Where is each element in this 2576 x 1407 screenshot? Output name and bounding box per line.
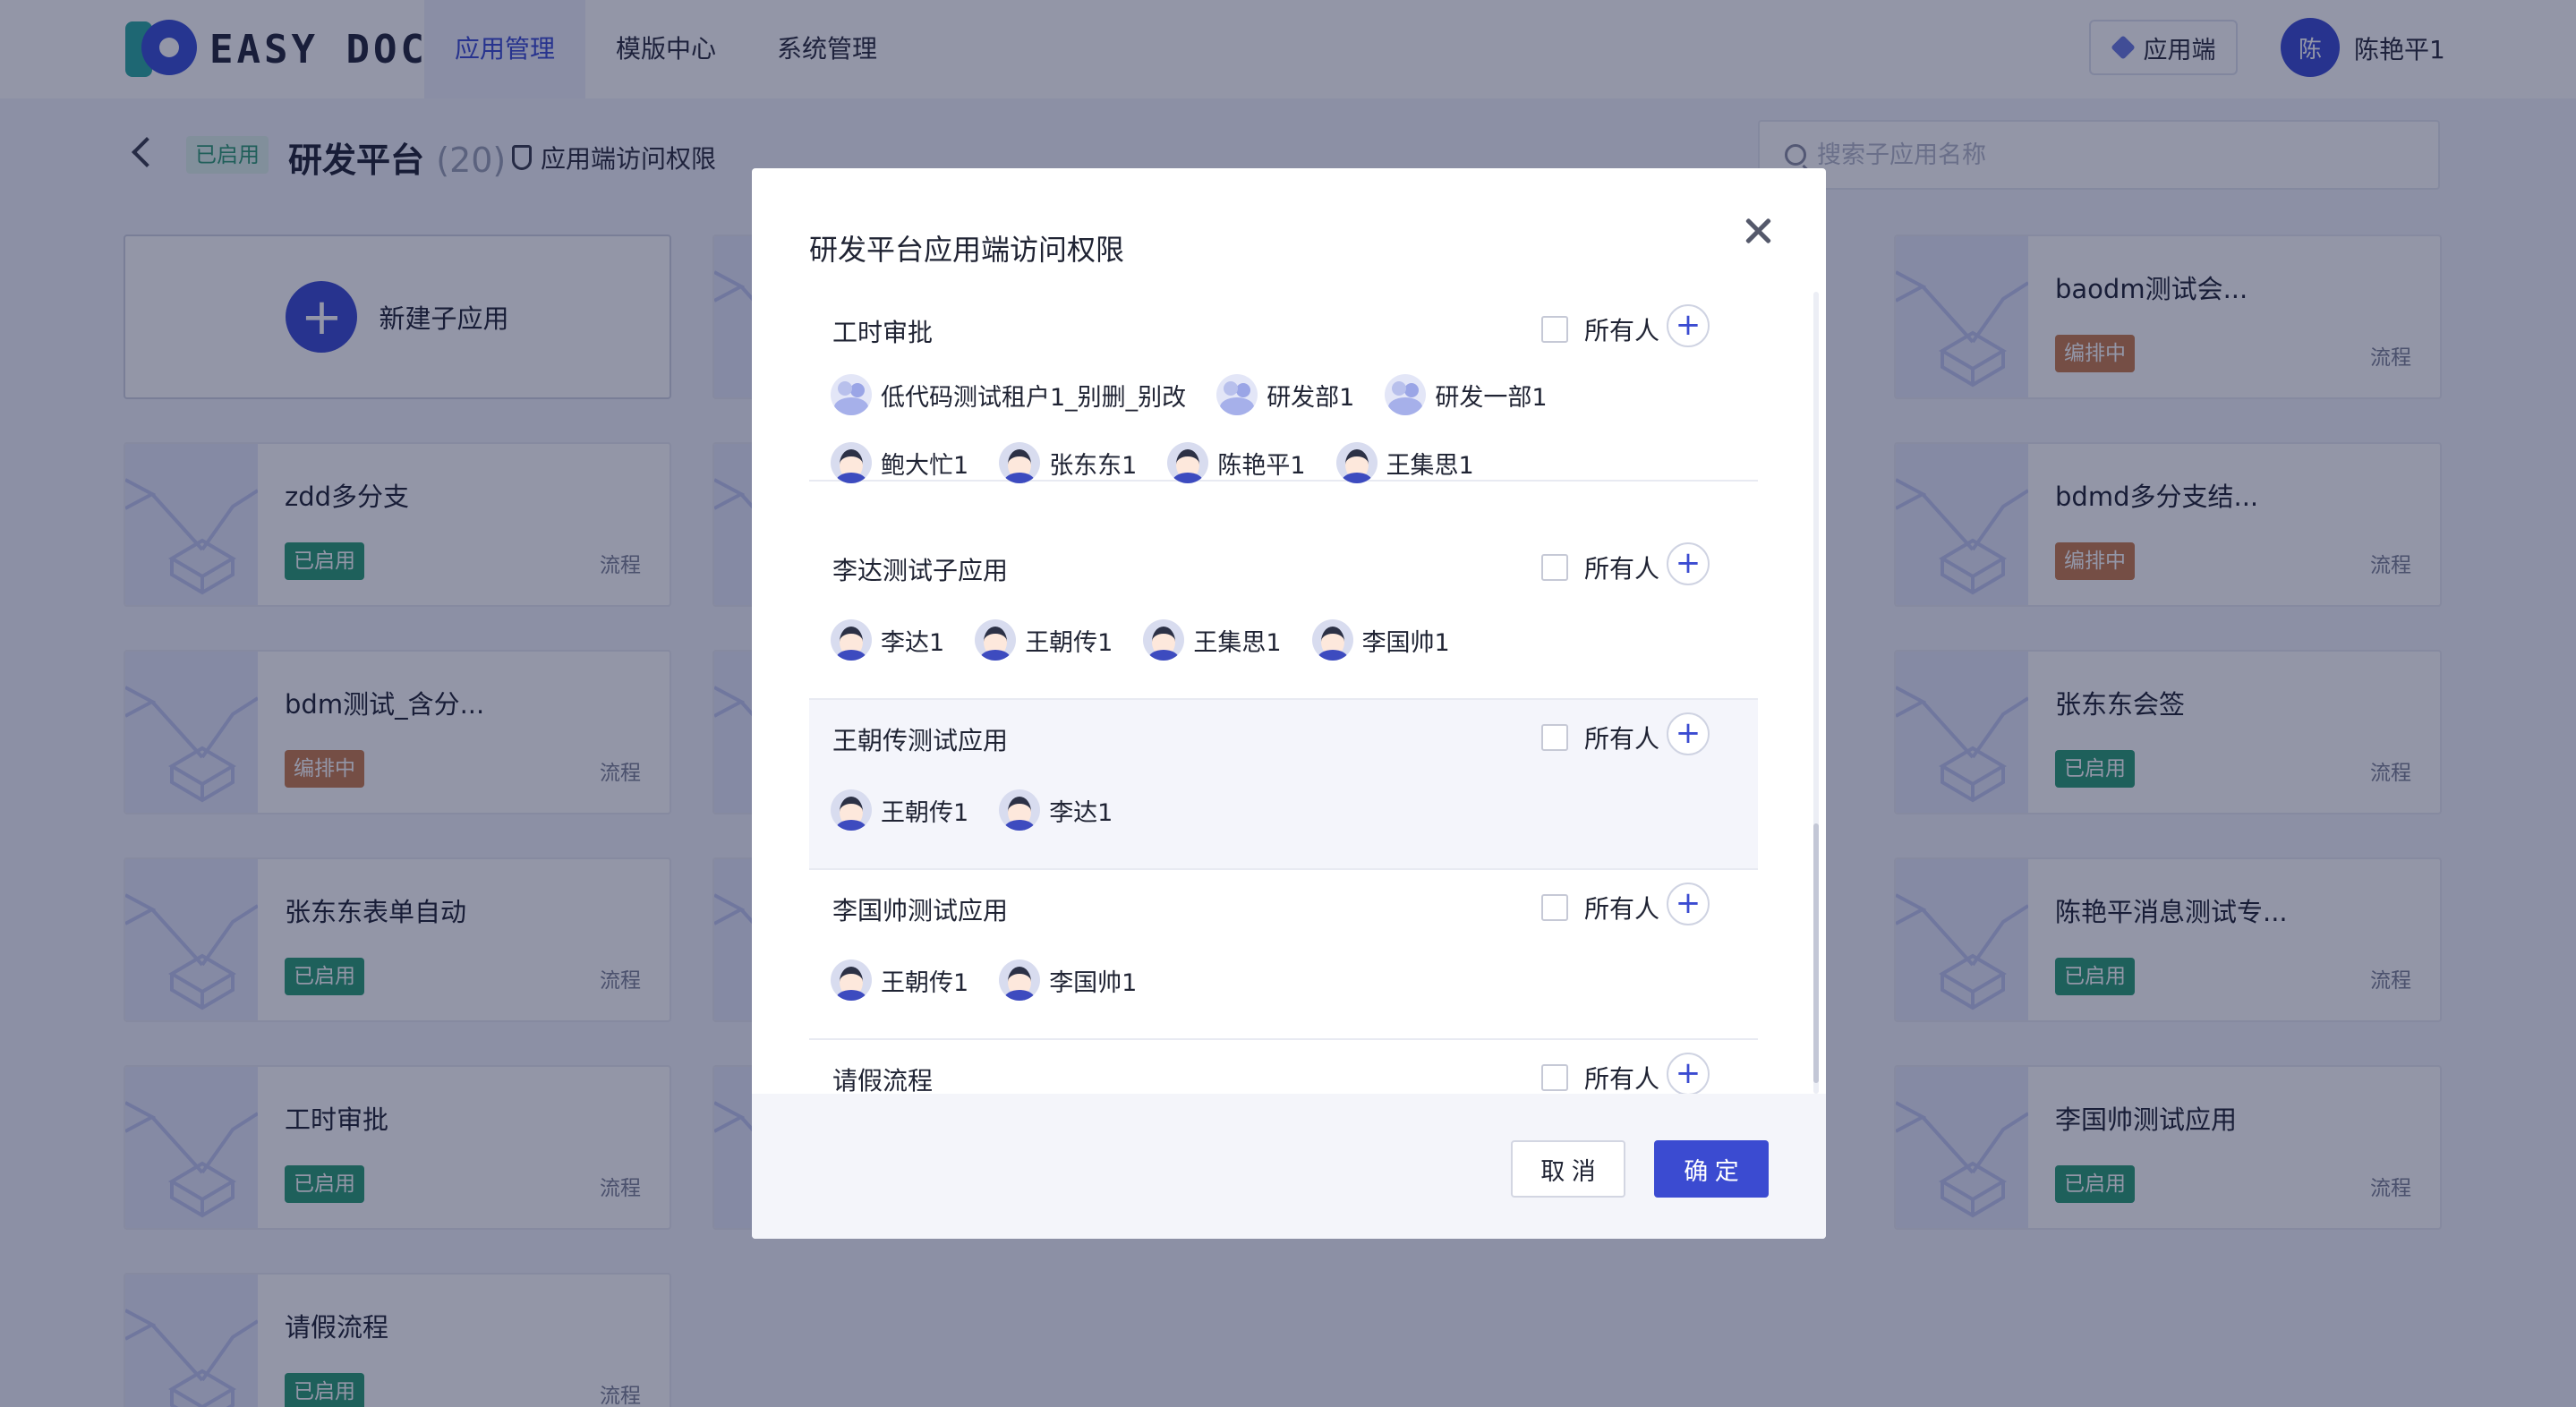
modal-footer: 取 消 确 定 <box>752 1094 1826 1239</box>
member-name: 王朝传1 <box>881 798 969 827</box>
member-name: 王集思1 <box>1386 451 1474 480</box>
member-name: 陈艳平1 <box>1217 451 1306 480</box>
checkbox-icon <box>1541 724 1568 751</box>
permission-item: 李国帅测试应用 所有人 + 王朝传1 李国帅1 <box>809 870 1758 1040</box>
everyone-label: 所有人 <box>1584 724 1660 754</box>
everyone-label: 所有人 <box>1584 1064 1660 1094</box>
member-name: 王朝传1 <box>881 968 969 997</box>
permission-app-name: 李达测试子应用 <box>832 556 1009 585</box>
member-chip-row: 鲍大忙1 张东东1 陈艳平1 王集思1 <box>831 442 1505 483</box>
member-chip: 李国帅1 <box>999 959 1137 1001</box>
member-chip-row: 李达1 王朝传1 王集思1 李国帅1 <box>831 619 1480 661</box>
permission-app-name: 工时审批 <box>832 318 934 347</box>
modal-title: 研发平台应用端访问权限 <box>809 233 1125 267</box>
person-avatar-icon <box>831 619 872 661</box>
person-avatar-icon <box>1311 619 1353 661</box>
permission-app-name: 王朝传测试应用 <box>832 726 1009 755</box>
group-chip: 研发一部1 <box>1385 374 1548 415</box>
scrollbar-thumb[interactable] <box>1813 823 1819 1083</box>
group-chip-row: 低代码测试租户1_别删_别改 研发部1 研发一部1 <box>831 374 1578 415</box>
permission-item: 王朝传测试应用 所有人 + 王朝传1 李达1 <box>809 700 1758 870</box>
add-member-button[interactable]: + <box>1667 883 1710 925</box>
group-chip: 低代码测试租户1_别删_别改 <box>831 374 1186 415</box>
group-avatar-icon <box>831 374 872 415</box>
member-chip: 鲍大忙1 <box>831 442 968 483</box>
member-chip: 王朝传1 <box>831 789 968 831</box>
member-chip: 陈艳平1 <box>1167 442 1306 483</box>
checkbox-icon <box>1541 316 1568 343</box>
person-avatar-icon <box>999 789 1041 831</box>
member-name: 李国帅1 <box>1361 628 1450 657</box>
everyone-checkbox[interactable]: 所有人 <box>1541 1060 1659 1094</box>
member-chip-row: 王朝传1 李达1 <box>831 789 1143 831</box>
checkbox-icon <box>1541 1064 1568 1091</box>
person-avatar-icon <box>831 959 872 1001</box>
add-member-button[interactable]: + <box>1667 712 1710 755</box>
person-avatar-icon <box>831 789 872 831</box>
everyone-label: 所有人 <box>1584 316 1660 345</box>
member-name: 王集思1 <box>1193 628 1282 657</box>
permission-item: 李达测试子应用 所有人 + 李达1 王朝传1 王集思1 李国帅1 <box>809 530 1758 700</box>
person-avatar-icon <box>999 959 1041 1001</box>
member-chip-row: 王朝传1 李国帅1 <box>831 959 1167 1001</box>
member-chip: 王集思1 <box>1335 442 1474 483</box>
member-chip: 王朝传1 <box>831 959 968 1001</box>
person-avatar-icon <box>1167 442 1209 483</box>
permission-app-name: 李国帅测试应用 <box>832 896 1009 925</box>
person-avatar-icon <box>1143 619 1185 661</box>
member-name: 李达1 <box>881 628 945 657</box>
permission-item: 请假流程 所有人 + <box>809 1040 1758 1094</box>
group-avatar-icon <box>1216 374 1258 415</box>
group-name: 研发部1 <box>1267 383 1355 412</box>
member-name: 李国帅1 <box>1049 968 1138 997</box>
member-chip: 王集思1 <box>1143 619 1282 661</box>
access-permission-modal: 研发平台应用端访问权限 工时审批 所有人 + 低代码测试租户1_别删_别改 研发… <box>752 168 1826 1239</box>
person-avatar-icon <box>831 442 872 483</box>
everyone-checkbox[interactable]: 所有人 <box>1541 311 1659 347</box>
member-chip: 王朝传1 <box>975 619 1113 661</box>
cancel-button[interactable]: 取 消 <box>1511 1140 1625 1198</box>
member-name: 王朝传1 <box>1025 628 1113 657</box>
group-name: 研发一部1 <box>1435 383 1548 412</box>
member-name: 张东东1 <box>1049 451 1138 480</box>
permission-list: 工时审批 所有人 + 低代码测试租户1_别删_别改 研发部1 研发一部1 鲍大忙… <box>809 292 1758 1094</box>
member-chip: 李达1 <box>831 619 944 661</box>
group-name: 低代码测试租户1_别删_别改 <box>881 383 1187 412</box>
member-chip: 李达1 <box>999 789 1113 831</box>
confirm-button[interactable]: 确 定 <box>1654 1140 1769 1198</box>
member-name: 鲍大忙1 <box>881 451 969 480</box>
everyone-label: 所有人 <box>1584 894 1660 924</box>
add-member-button[interactable]: + <box>1667 542 1710 585</box>
member-chip: 张东东1 <box>999 442 1137 483</box>
checkbox-icon <box>1541 554 1568 581</box>
everyone-checkbox[interactable]: 所有人 <box>1541 890 1659 925</box>
everyone-checkbox[interactable]: 所有人 <box>1541 550 1659 585</box>
group-avatar-icon <box>1385 374 1427 415</box>
permission-item: 工时审批 所有人 + 低代码测试租户1_别删_别改 研发部1 研发一部1 鲍大忙… <box>809 292 1758 483</box>
member-name: 李达1 <box>1049 798 1113 827</box>
member-chip: 李国帅1 <box>1311 619 1450 661</box>
checkbox-icon <box>1541 894 1568 921</box>
close-icon[interactable] <box>1742 215 1774 247</box>
add-member-button[interactable]: + <box>1667 1053 1710 1094</box>
everyone-checkbox[interactable]: 所有人 <box>1541 720 1659 755</box>
group-chip: 研发部1 <box>1216 374 1354 415</box>
person-avatar-icon <box>1335 442 1378 483</box>
person-avatar-icon <box>999 442 1041 483</box>
person-avatar-icon <box>975 619 1017 661</box>
add-member-button[interactable]: + <box>1667 304 1710 347</box>
permission-app-name: 请假流程 <box>832 1066 934 1094</box>
everyone-label: 所有人 <box>1584 554 1660 584</box>
